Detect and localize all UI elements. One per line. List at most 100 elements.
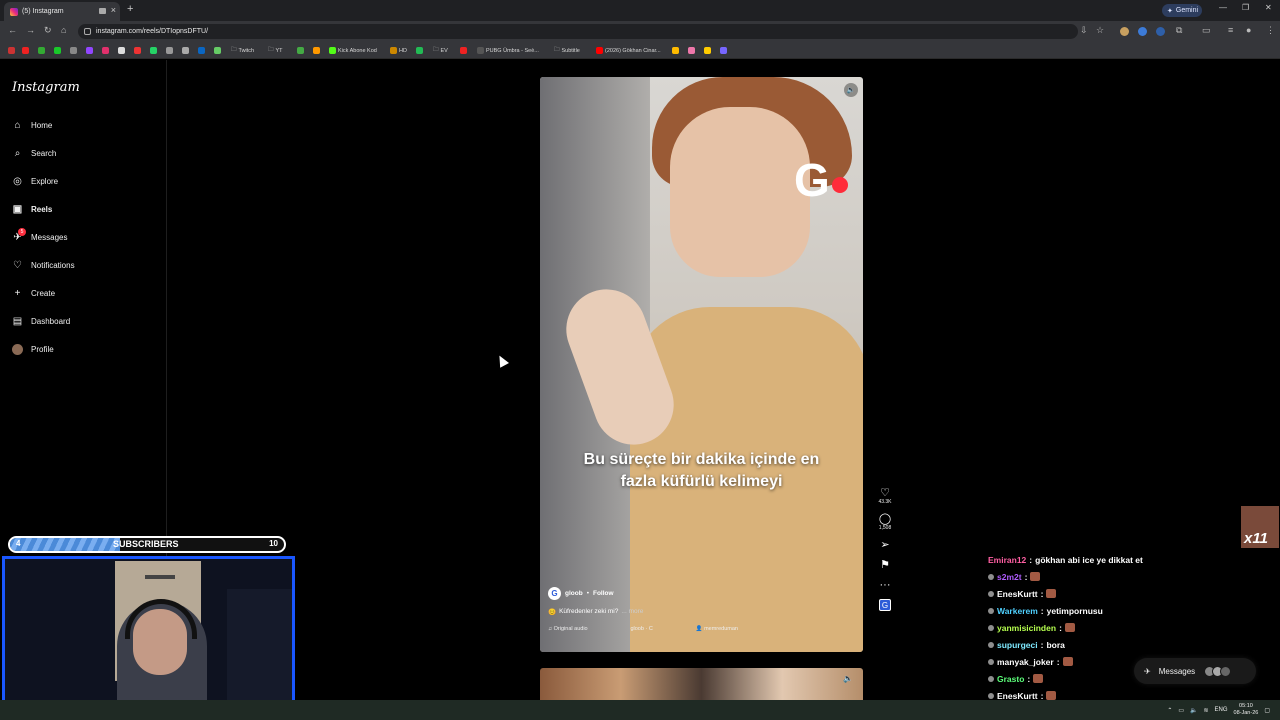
bookmark-icon[interactable] <box>102 45 109 56</box>
bookmark-hd[interactable]: HD <box>390 45 407 56</box>
next-reel-preview[interactable]: 🔈 <box>540 668 863 700</box>
bookmark-icon[interactable] <box>166 45 173 56</box>
profile-icon[interactable]: ● <box>1246 25 1251 35</box>
like-button[interactable]: ♡ 43.3K <box>874 487 896 505</box>
bookmark-folder-subtitle[interactable]: 🗀 Subtitle <box>554 45 580 56</box>
volume-icon[interactable]: 🔈 <box>843 674 853 683</box>
volume-icon[interactable]: 🔈 <box>1190 707 1197 714</box>
tab-close-icon[interactable]: × <box>111 5 116 15</box>
downloads-icon[interactable]: ≡ <box>1228 25 1233 35</box>
nav-search[interactable]: ⌕ Search <box>12 143 152 163</box>
bookmark-youtube-video[interactable]: (2026) Gökhan Cinar... <box>596 45 661 56</box>
comment-button[interactable]: ◯ 1,508 <box>874 513 896 531</box>
wifi-icon[interactable]: ≋ <box>1204 707 1209 714</box>
bookmark-icon[interactable] <box>214 45 221 56</box>
bookmark-icon[interactable] <box>720 45 727 56</box>
bookmark-icon[interactable] <box>8 45 15 56</box>
install-icon[interactable]: ⇩ <box>1080 25 1088 36</box>
bookmark-folder-ev[interactable]: 🗀 EV <box>433 45 448 56</box>
maximize-icon[interactable]: ❐ <box>1242 3 1249 12</box>
subscriber-count: 4 <box>16 539 21 548</box>
bookmark-icon[interactable] <box>54 45 61 56</box>
bookmark-icon: ⚑ <box>880 559 890 571</box>
reel-video[interactable]: G 🔈 Bu süreçte bir dakika içinde en fazl… <box>540 77 863 652</box>
network-icon[interactable]: ▭ <box>1178 707 1184 714</box>
bookmark-icon[interactable] <box>86 45 93 56</box>
share-button[interactable]: ➢ <box>874 539 896 551</box>
author-name[interactable]: gloob <box>565 590 583 597</box>
notification-icon[interactable]: ▢ <box>1264 707 1270 714</box>
nav-explore[interactable]: ◎ Explore <box>12 171 152 191</box>
back-icon[interactable]: ← <box>8 25 17 35</box>
nav-create[interactable]: + Create <box>12 283 152 303</box>
save-button[interactable]: ⚑ <box>874 559 896 571</box>
bookmark-icon[interactable] <box>313 45 320 56</box>
home-button-icon[interactable]: ⌂ <box>61 25 66 35</box>
x-icon[interactable] <box>118 45 125 56</box>
audio-link[interactable]: ♫ Original audio <box>548 626 588 632</box>
bookmark-icon[interactable] <box>416 45 423 56</box>
extension-icon[interactable] <box>1156 27 1165 36</box>
bookmark-icon[interactable] <box>672 45 679 56</box>
sidepanel-icon[interactable]: ▭ <box>1202 25 1211 36</box>
url-field[interactable]: instagram.com/reels/DTIopnsDFTU/ <box>78 24 1078 39</box>
chat-separator: : <box>1027 673 1031 684</box>
chat-text: bora <box>1046 639 1065 650</box>
gemini-button[interactable]: ✦ Gemini <box>1162 4 1202 17</box>
author-avatar[interactable]: G <box>548 587 561 600</box>
reload-icon[interactable]: ↻ <box>44 25 52 36</box>
audio-thumbnail[interactable]: G <box>874 599 896 611</box>
bookmark-kick-abone-kod[interactable]: Kick Abone Kod <box>329 45 377 56</box>
nav-dashboard[interactable]: ▤ Dashboard <box>12 311 152 331</box>
bookmark-icon[interactable] <box>70 45 77 56</box>
bookmark-icon[interactable] <box>182 45 189 56</box>
browser-tab-instagram[interactable]: (5) Instagram × <box>4 2 120 21</box>
nav-notifications[interactable]: ♡ Notifications <box>12 255 152 275</box>
badge-icon <box>988 573 994 580</box>
clock[interactable]: 05:10 08-Jan-26 <box>1234 703 1259 717</box>
bookmark-icon[interactable] <box>704 45 711 56</box>
menu-kebab-icon[interactable]: ⋮ <box>1266 25 1275 36</box>
bookmark-icon[interactable] <box>297 45 304 56</box>
bookmark-folder-twitch[interactable]: 🗀 Twitch <box>231 45 254 56</box>
tagged-user[interactable]: 👤 memreduman <box>696 626 738 632</box>
subscriber-goal-label: SUBSCRIBERS <box>113 539 179 549</box>
chevron-up-icon[interactable]: ⌃ <box>1167 707 1172 714</box>
reel-person-head <box>670 107 810 277</box>
window-close-icon[interactable]: ✕ <box>1265 3 1272 12</box>
tab-mute-icon[interactable] <box>99 8 106 14</box>
new-tab-button[interactable]: + <box>127 3 133 15</box>
bookmark-folder-yt[interactable]: 🗀 YT <box>268 45 283 56</box>
extensions-puzzle-icon[interactable]: ⧉ <box>1176 25 1182 36</box>
bookmark-icon[interactable] <box>460 45 467 56</box>
volume-icon[interactable]: 🔈 <box>844 83 858 97</box>
bookmark-icon[interactable] <box>134 45 141 56</box>
nav-profile[interactable]: Profile <box>12 339 152 359</box>
instagram-logo[interactable]: Instagram <box>12 80 80 95</box>
audio-source[interactable]: gloob · C <box>630 626 652 632</box>
bookmark-icon[interactable] <box>38 45 45 56</box>
nav-messages[interactable]: ✈ 5 Messages <box>12 227 152 247</box>
bookmark-star-icon[interactable]: ☆ <box>1096 25 1104 36</box>
streamer-webcam <box>2 556 295 720</box>
linkedin-icon[interactable] <box>198 45 205 56</box>
chat-message: Warkerem: yetimpornusu <box>988 602 1188 619</box>
minimize-icon[interactable]: — <box>1219 3 1227 12</box>
more-options-button[interactable]: ··· <box>874 579 896 591</box>
nav-home[interactable]: ⌂ Home <box>12 115 152 135</box>
extension-icon[interactable] <box>1120 27 1129 36</box>
bookmark-icon[interactable] <box>22 45 29 56</box>
badge-icon <box>988 607 994 614</box>
extension-icon[interactable] <box>1138 27 1147 36</box>
chat-message: EnesKurtt: <box>988 585 1188 602</box>
bookmark-icon[interactable] <box>688 45 695 56</box>
nav-reels[interactable]: ▣ Reels <box>12 199 152 219</box>
forward-icon[interactable]: → <box>26 25 35 35</box>
language-indicator[interactable]: ENG <box>1215 707 1228 713</box>
whatsapp-icon[interactable] <box>150 45 157 56</box>
bookmark-pubg[interactable]: PUBG Ümbra - Seè... <box>477 45 539 56</box>
folder-icon: 🗀 <box>433 47 439 53</box>
more-link[interactable]: ... more <box>621 608 643 616</box>
site-info-icon[interactable] <box>84 28 91 35</box>
follow-button[interactable]: Follow <box>593 590 614 597</box>
